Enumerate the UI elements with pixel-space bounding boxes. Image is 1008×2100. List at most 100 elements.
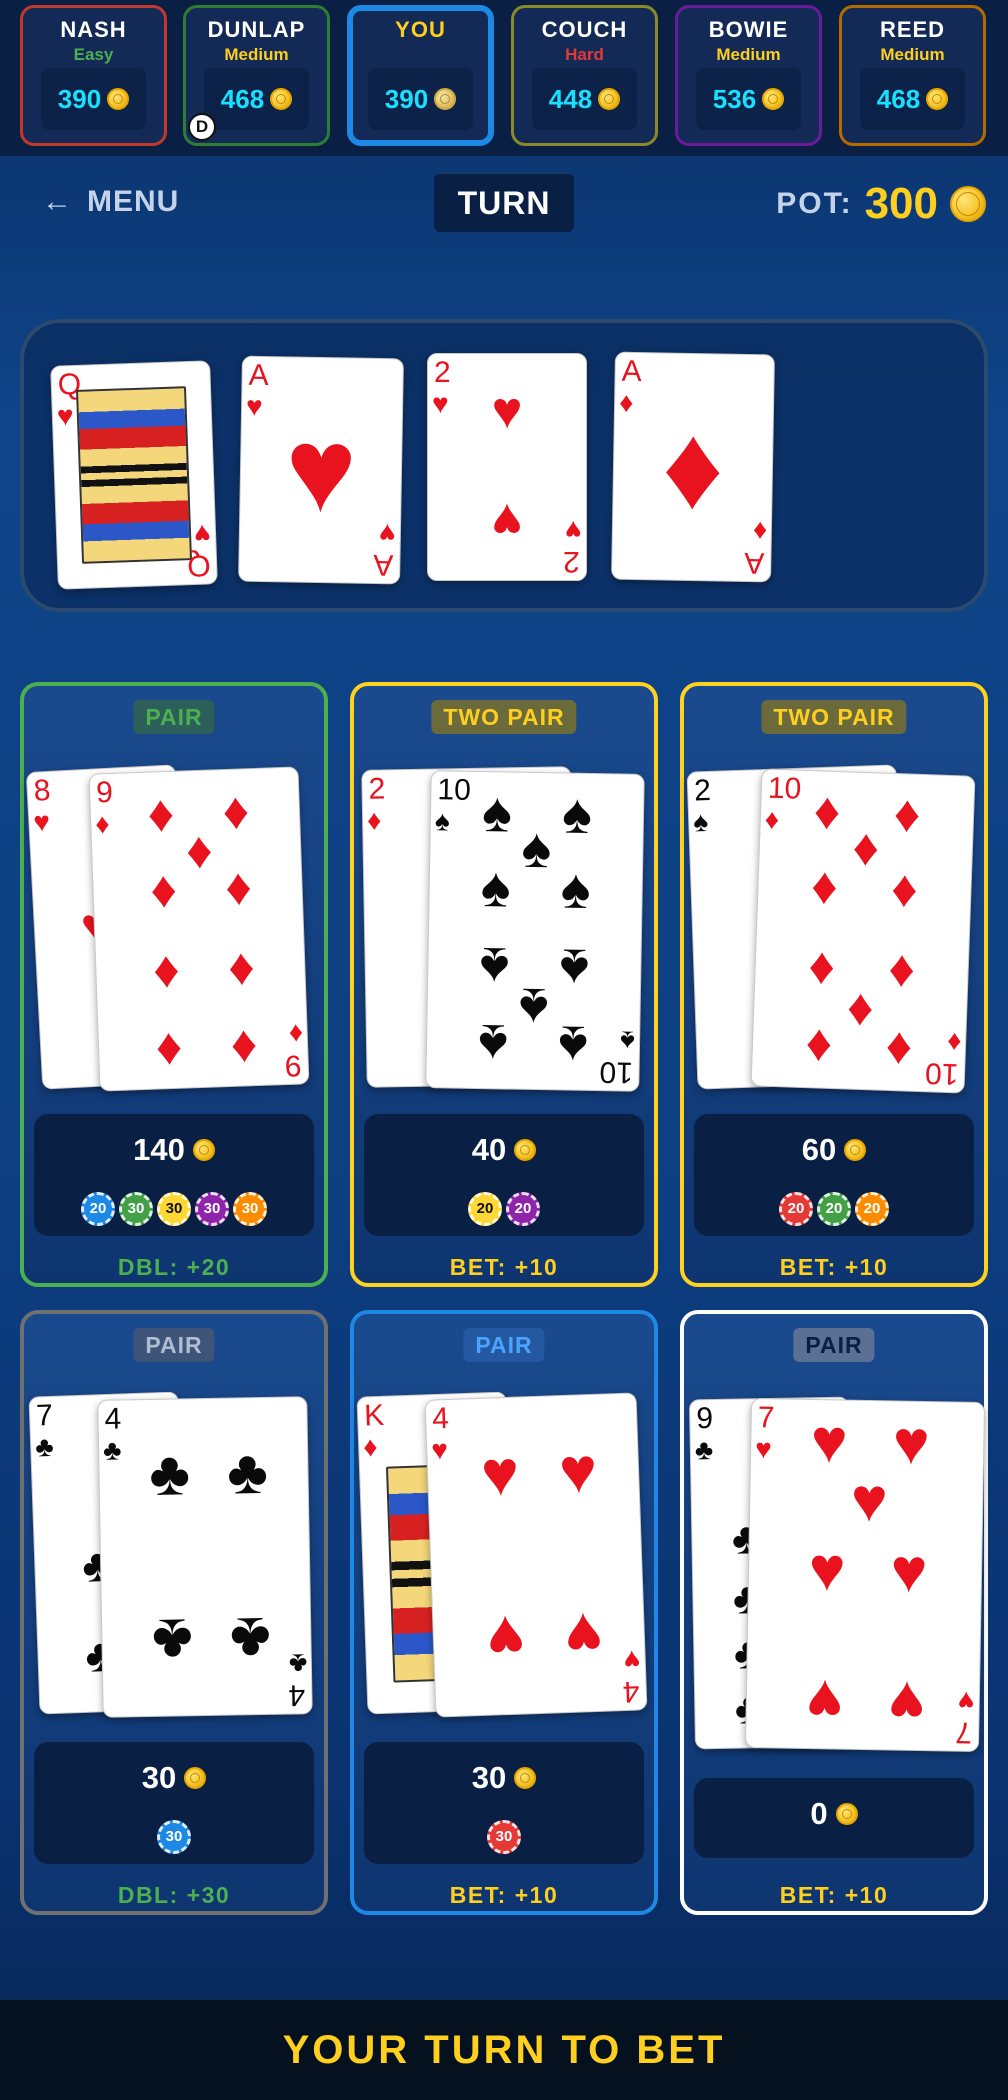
heart-icon: ♥ <box>850 1465 889 1536</box>
diamond-icon: ♦ <box>752 516 768 548</box>
hand-panel-3[interactable]: TWO PAIR 2 ♠ 10 ♦ ♦ ♦ ♦ ♦ ♦ ♦ ♦ ♦ ♦ ♦ 10… <box>680 682 988 1287</box>
player-chips: 468 <box>204 68 309 130</box>
coin-icon <box>434 88 457 110</box>
hand-card: 10 ♦ ♦ ♦ ♦ ♦ ♦ ♦ ♦ ♦ ♦ ♦ 10 ♦ <box>750 768 976 1094</box>
card-rank: 10 <box>924 1056 959 1091</box>
card-rank: 8 <box>32 773 52 808</box>
hand-panel-6[interactable]: PAIR 9 ♣ ♣ ♣ ♣ ♣ 7 ♥ ♥ ♥ ♥ ♥ ♥ ♥ ♥ 7 ♥ 0… <box>680 1310 988 1915</box>
club-icon: ♣ <box>288 1648 308 1680</box>
player-name: DUNLAP <box>207 17 306 42</box>
hand-card: 10 ♠ ♠ ♠ ♠ ♠ ♠ ♠ ♠ ♠ ♠ ♠ 10 ♠ <box>425 770 645 1092</box>
player-chips: 536 <box>696 68 801 130</box>
diamond-icon: ♦ <box>884 1016 914 1076</box>
chip-stack: 20 30 30 30 30 <box>34 1192 314 1226</box>
chip: 30 <box>157 1820 191 1854</box>
diamond-icon: ♦ <box>807 937 837 997</box>
card-rank: 9 <box>696 1402 714 1436</box>
pot-label: POT: <box>776 187 853 220</box>
player-couch[interactable]: COUCH Hard 448 <box>511 5 658 146</box>
diamond-icon: ♦ <box>184 821 214 881</box>
diamond-icon: ♦ <box>764 803 780 835</box>
heart-icon: ♥ <box>379 518 397 550</box>
chip: 20 <box>506 1192 540 1226</box>
chip: 20 <box>779 1192 813 1226</box>
diamond-icon: ♦ <box>146 784 176 844</box>
pot-value: 300 <box>864 179 938 228</box>
card-rank: 4 <box>104 1402 122 1436</box>
card-rank: 10 <box>767 771 802 806</box>
spade-icon: ♠ <box>692 806 709 838</box>
bet-info: 60 20 20 20 <box>694 1114 974 1236</box>
menu-label: MENU <box>87 185 180 218</box>
heart-icon: ♥ <box>754 1433 773 1465</box>
player-difficulty: Easy <box>73 45 114 64</box>
player-bowie[interactable]: BOWIE Medium 536 <box>675 5 822 146</box>
diamond-icon: ♦ <box>152 940 181 1000</box>
heart-icon: ♥ <box>957 1685 976 1717</box>
player-chip-count: 390 <box>384 83 429 114</box>
spade-icon: ♠ <box>521 815 552 880</box>
player-chip-count: 448 <box>548 83 593 114</box>
heart-icon: ♥ <box>887 1667 926 1738</box>
chip: 30 <box>157 1192 191 1226</box>
player-you[interactable]: YOU 390 <box>347 5 494 146</box>
card-rank: 7 <box>757 1401 775 1435</box>
diamond-icon: ♦ <box>221 782 251 842</box>
status-message: YOUR TURN TO BET <box>282 2027 726 2072</box>
card-rank: 2 <box>368 772 386 806</box>
hand-rank-badge: PAIR <box>793 1328 875 1362</box>
card-rank: 4 <box>431 1401 450 1436</box>
hand-rank-badge: PAIR <box>463 1328 545 1362</box>
hand-panel-2[interactable]: TWO PAIR 2 ♦ 10 ♠ ♠ ♠ ♠ ♠ ♠ ♠ ♠ ♠ ♠ ♠ 10… <box>350 682 658 1287</box>
spade-icon: ♠ <box>560 856 592 920</box>
club-icon: ♣ <box>34 1430 55 1463</box>
diamond-icon: ♦ <box>851 818 881 878</box>
board-card: A ♦ ♦ A ♦ <box>611 351 775 583</box>
menu-button[interactable]: ← MENU <box>42 182 179 222</box>
hand-card: 4 ♥ ♥ ♥ ♥ ♥ 4 ♥ <box>424 1392 648 1718</box>
hand-action: BET: +10 <box>779 1882 889 1908</box>
spade-icon: ♠ <box>478 936 510 1000</box>
spade-icon: ♠ <box>561 781 593 845</box>
heart-icon: ♥ <box>485 1601 527 1675</box>
coin-icon <box>184 1767 207 1789</box>
chip: 30 <box>195 1192 229 1226</box>
heart-icon: ♥ <box>810 1407 849 1477</box>
player-name: YOU <box>395 17 446 42</box>
chip: 30 <box>119 1192 153 1226</box>
coin-icon <box>107 88 130 110</box>
hand-panel-5[interactable]: PAIR K ♦ 4 ♥ ♥ ♥ ♥ ♥ 4 ♥ 30 30 BET: +10 <box>350 1310 658 1915</box>
heart-icon: ♥ <box>623 1644 642 1676</box>
player-chip-count: 536 <box>712 83 757 114</box>
heart-icon: ♥ <box>892 1408 931 1479</box>
diamond-icon: ♦ <box>149 860 178 920</box>
card-rank: A <box>621 354 642 389</box>
card-rank: 10 <box>598 1055 633 1089</box>
hand-action: DBL: +20 <box>117 1254 231 1280</box>
coin-icon <box>950 186 986 222</box>
player-nash[interactable]: NASH Easy 390 <box>20 5 167 146</box>
chip: 30 <box>233 1192 267 1226</box>
player-chip-count: 468 <box>220 83 265 114</box>
player-difficulty: Medium <box>880 45 945 64</box>
player-dunlap[interactable]: DUNLAP Medium 468 D <box>183 5 330 146</box>
chip-stack: 30 <box>34 1820 314 1854</box>
bet-amount: 40 <box>364 1132 644 1168</box>
player-reed[interactable]: REED Medium 468 <box>839 5 986 146</box>
heart-icon: ♥ <box>808 1535 847 1605</box>
chip: 20 <box>468 1192 502 1226</box>
card-rank: 2 <box>693 773 712 808</box>
heart-icon: ♥ <box>805 1666 844 1736</box>
coin-icon <box>762 88 785 110</box>
diamond-icon: ♦ <box>229 1015 259 1074</box>
card-rank: 2 <box>434 356 451 389</box>
player-chip-count: 390 <box>57 83 102 114</box>
heart-icon: ♥ <box>32 805 51 838</box>
diamond-icon: ♦ <box>224 858 253 918</box>
player-name: NASH <box>60 17 127 42</box>
hand-panel-1[interactable]: PAIR 8 ♥ ♥ 9 ♦ ♦ ♦ ♦ ♦ ♦ ♦ ♦ ♦ ♦ 9 ♦ 140… <box>20 682 328 1287</box>
hand-panel-4[interactable]: PAIR 7 ♣ ♣ ♣ 4 ♣ ♣ ♣ ♣ ♣ 4 ♣ 30 30 DBL: … <box>20 1310 328 1915</box>
bet-amount: 30 <box>364 1760 644 1796</box>
diamond-icon: ♦ <box>618 386 634 418</box>
diamond-icon: ♦ <box>94 808 111 840</box>
